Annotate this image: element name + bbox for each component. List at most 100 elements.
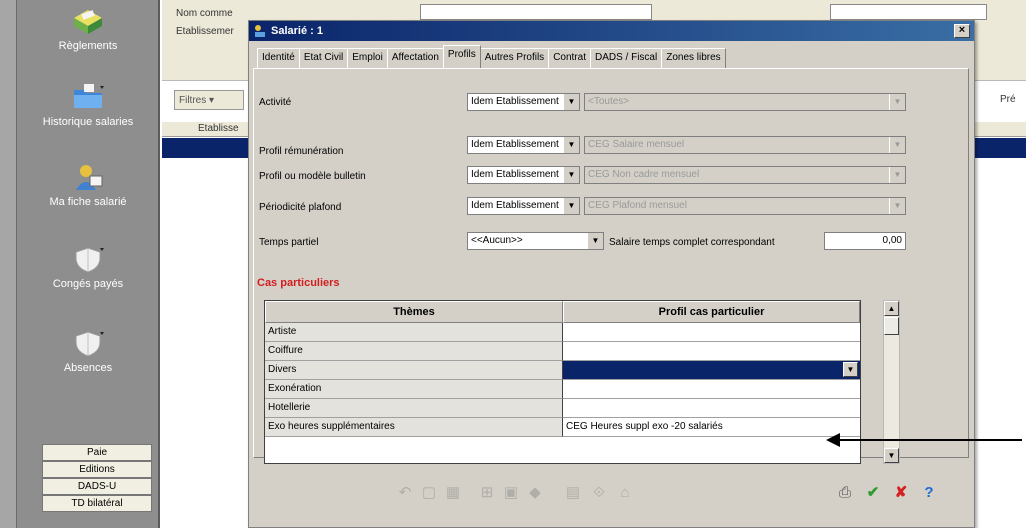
table-row[interactable]: Divers ▼ xyxy=(265,361,860,380)
grid-header: Thèmes Profil cas particulier xyxy=(265,301,860,323)
tab-dads-fiscal[interactable]: DADS / Fiscal xyxy=(589,48,663,68)
column-header-themes[interactable]: Thèmes xyxy=(265,301,563,323)
chevron-down-icon: ▼ xyxy=(563,137,579,153)
bg-input[interactable] xyxy=(420,4,652,20)
payment-box-icon xyxy=(70,6,106,36)
tab-etat-civil[interactable]: Etat Civil xyxy=(298,48,349,68)
sidebar-item-label: Règlements xyxy=(58,40,118,52)
profil-remuneration-label: Profil rémunération xyxy=(259,146,344,157)
tab-autres-profils[interactable]: Autres Profils xyxy=(479,48,550,68)
activite-mode-select[interactable]: Idem Etablissement ▼ xyxy=(467,93,580,111)
dialog-tabs: Identité Etat Civil Emploi Affectation P… xyxy=(257,45,726,68)
folder-history-icon xyxy=(70,82,106,112)
chevron-down-icon: ▼ xyxy=(587,233,603,249)
tab-identite[interactable]: Identité xyxy=(257,48,300,68)
sidebar-item-label: Congés payés xyxy=(52,278,124,290)
grid-icon[interactable]: ▣ xyxy=(501,484,521,502)
theme-cell: Exonération xyxy=(265,380,563,399)
column-header-profil[interactable]: Profil cas particulier xyxy=(563,301,860,323)
temps-partiel-label: Temps partiel xyxy=(259,237,319,248)
chevron-down-icon[interactable]: ▼ xyxy=(843,362,858,377)
navigation-sidebar: Règlements Historique salaries Ma fiche … xyxy=(0,0,160,528)
calendar-icon[interactable]: ▤ xyxy=(563,484,583,502)
bg-input[interactable] xyxy=(830,4,987,20)
table-row[interactable]: Exo heures supplémentaires CEG Heures su… xyxy=(265,418,860,437)
tab-affectation[interactable]: Affectation xyxy=(386,48,444,68)
profil-remuneration-value-select: CEG Salaire mensuel ▼ xyxy=(584,136,906,154)
bg-right-label: Pré xyxy=(1000,94,1016,105)
profil-cell[interactable] xyxy=(563,342,860,361)
profil-cell[interactable]: CEG Heures suppl exo -20 salariés xyxy=(563,418,860,437)
filter-dropdown[interactable]: Filtres ▾ xyxy=(174,90,244,110)
employee-dialog: Salarié : 1 × Identité Etat Civil Emploi… xyxy=(248,20,975,528)
profil-cell[interactable] xyxy=(563,399,860,418)
salaire-temps-complet-label: Salaire temps complet correspondant xyxy=(609,237,775,248)
help-icon[interactable]: ? xyxy=(919,484,939,502)
sidebar-item-reglements[interactable]: Règlements xyxy=(16,6,160,52)
periodicite-mode-select[interactable]: Idem Etablissement ▼ xyxy=(467,197,580,215)
tab-profils[interactable]: Profils xyxy=(442,45,481,68)
sidebar-item-absences[interactable]: Absences xyxy=(16,328,160,374)
tab-contrat[interactable]: Contrat xyxy=(548,48,591,68)
activite-label: Activité xyxy=(259,97,292,108)
sidebar-item-conges[interactable]: Congés payés xyxy=(16,244,160,290)
profil-remuneration-mode-select[interactable]: Idem Etablissement ▼ xyxy=(467,136,580,154)
sidebar-button-paie[interactable]: Paie xyxy=(42,444,152,461)
chevron-down-icon: ▼ xyxy=(889,137,905,153)
profil-cell[interactable] xyxy=(563,380,860,399)
link-icon[interactable]: ⟐ xyxy=(589,484,609,502)
tab-emploi[interactable]: Emploi xyxy=(347,48,388,68)
temps-partiel-select[interactable]: <<Aucun>> ▼ xyxy=(467,232,604,250)
leave-shield-icon xyxy=(70,244,106,274)
tree-icon[interactable]: ⊞ xyxy=(477,484,497,502)
sidebar-button-dads[interactable]: DADS-U xyxy=(42,478,152,495)
bg-field-label: Etablissemer xyxy=(176,26,234,37)
salaire-temps-complet-input[interactable]: 0,00 xyxy=(824,232,906,250)
scroll-up-icon[interactable]: ▲ xyxy=(884,301,899,316)
sidebar-item-historique[interactable]: Historique salaries xyxy=(16,82,160,128)
theme-cell: Divers xyxy=(265,361,563,380)
theme-cell: Exo heures supplémentaires xyxy=(265,418,563,437)
dialog-toolbar: ↶ ▢ ▦ ⊞ ▣ ◆ ▤ ⟐ ⌂ ⎙ ✔ ✘ ? xyxy=(253,462,969,522)
theme-cell: Hotellerie xyxy=(265,399,563,418)
scroll-thumb[interactable] xyxy=(884,317,899,335)
chevron-down-icon: ▼ xyxy=(563,167,579,183)
sidebar-item-label: Ma fiche salarié xyxy=(49,196,127,208)
cas-particuliers-title: Cas particuliers xyxy=(257,277,340,289)
cancel-icon[interactable]: ✘ xyxy=(891,484,911,502)
profil-bulletin-mode-select[interactable]: Idem Etablissement ▼ xyxy=(467,166,580,184)
table-row[interactable]: Coiffure xyxy=(265,342,860,361)
sidebar-button-editions[interactable]: Editions xyxy=(42,461,152,478)
sidebar-button-td-bilateral[interactable]: TD bilatéral xyxy=(42,495,152,512)
bg-field-label: Nom comme xyxy=(176,8,233,19)
search-icon[interactable]: ◆ xyxy=(525,484,545,502)
dialog-titlebar[interactable]: Salarié : 1 × xyxy=(249,21,974,41)
app-icon xyxy=(253,24,267,38)
theme-cell: Coiffure xyxy=(265,342,563,361)
sidebar-item-label: Historique salaries xyxy=(42,116,134,128)
profil-cell-selected[interactable]: ▼ xyxy=(563,361,860,380)
tab-zones-libres[interactable]: Zones libres xyxy=(661,48,726,68)
table-row[interactable]: Exonération xyxy=(265,380,860,399)
theme-cell: Artiste xyxy=(265,323,563,342)
absence-shield-icon xyxy=(70,328,106,358)
periodicite-label: Périodicité plafond xyxy=(259,202,342,213)
delete-icon[interactable]: ▦ xyxy=(443,484,463,502)
profil-cell[interactable] xyxy=(563,323,860,342)
new-record-icon[interactable]: ▢ xyxy=(419,484,439,502)
chevron-down-icon: ▼ xyxy=(563,198,579,214)
confirm-icon[interactable]: ✔ xyxy=(863,484,883,502)
table-row[interactable]: Artiste xyxy=(265,323,860,342)
periodicite-value-select: CEG Plafond mensuel ▼ xyxy=(584,197,906,215)
annotation-arrow-icon xyxy=(826,433,1022,447)
close-button[interactable]: × xyxy=(954,24,970,38)
home-icon[interactable]: ⌂ xyxy=(615,484,635,502)
sidebar-item-fiche-salarie[interactable]: Ma fiche salarié xyxy=(16,162,160,208)
undo-icon[interactable]: ↶ xyxy=(395,484,415,502)
cas-particuliers-grid: Thèmes Profil cas particulier Artiste Co… xyxy=(264,300,861,464)
table-row[interactable]: Hotellerie xyxy=(265,399,860,418)
print-icon[interactable]: ⎙ xyxy=(835,484,855,502)
sidebar-item-label: Absences xyxy=(63,362,113,374)
activite-value-select: <Toutes> ▼ xyxy=(584,93,906,111)
chevron-down-icon: ▼ xyxy=(563,94,579,110)
